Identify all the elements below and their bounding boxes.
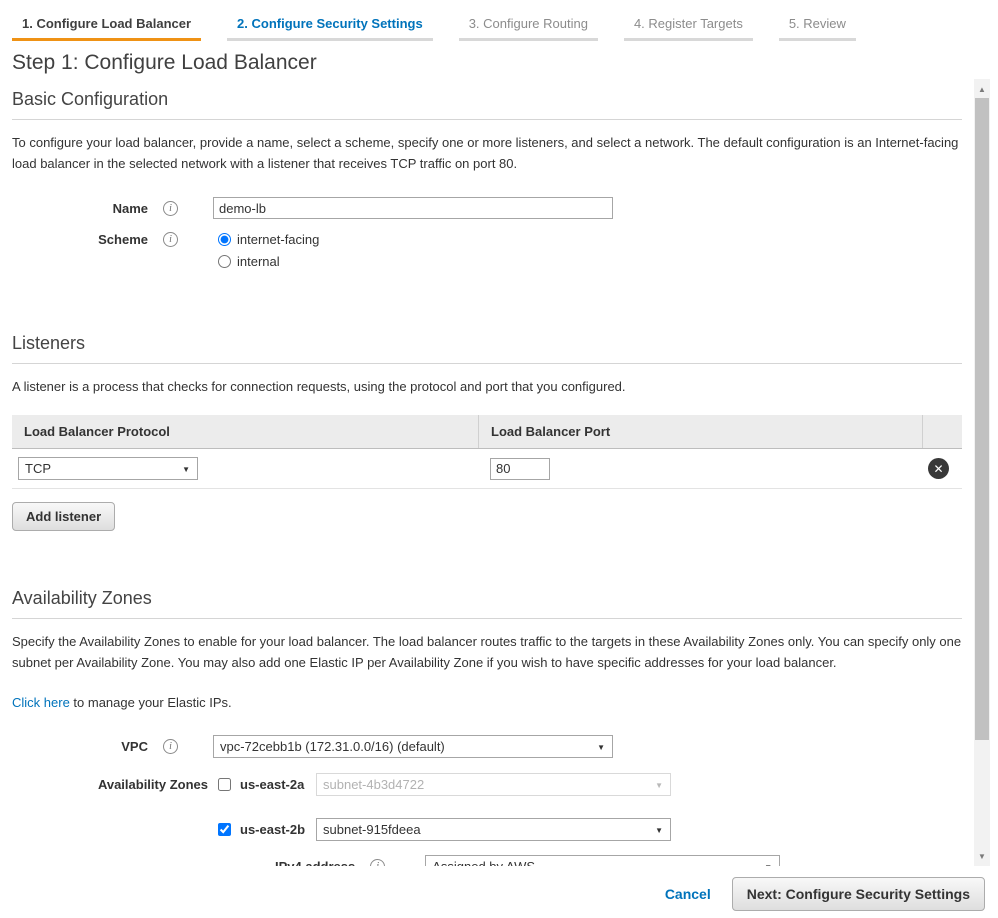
manage-elastic-ips-link[interactable]: Click here bbox=[12, 695, 70, 710]
scheme-radio-internet-facing[interactable] bbox=[218, 233, 231, 246]
protocol-select-value: TCP bbox=[25, 461, 51, 476]
availability-zones-heading: Availability Zones bbox=[12, 578, 962, 619]
vpc-select-value: vpc-72cebb1b (172.31.0.0/16) (default) bbox=[220, 739, 445, 754]
content-scroll-region: Basic Configuration To configure your lo… bbox=[0, 79, 998, 866]
tab-configure-routing: 3. Configure Routing bbox=[459, 12, 598, 41]
zone-checkbox-us-east-2a[interactable] bbox=[218, 778, 231, 791]
listeners-table-header: Load Balancer Protocol Load Balancer Por… bbox=[12, 415, 962, 449]
column-header-port: Load Balancer Port bbox=[478, 415, 922, 448]
next-configure-security-settings-button[interactable]: Next: Configure Security Settings bbox=[732, 877, 985, 911]
subnet-select-value: subnet-4b3d4722 bbox=[323, 777, 424, 792]
basic-configuration-description: To configure your load balancer, provide… bbox=[12, 132, 962, 174]
availability-zones-label: Availability Zones bbox=[12, 777, 208, 792]
scrollbar-thumb[interactable] bbox=[975, 98, 989, 740]
tab-review: 5. Review bbox=[779, 12, 856, 41]
scrollbar[interactable]: ▲ ▼ bbox=[974, 79, 990, 866]
chevron-down-icon: ▼ bbox=[655, 826, 663, 835]
ipv4-address-select[interactable]: Assigned by AWS ▼ bbox=[425, 855, 780, 866]
vpc-row: VPC i vpc-72cebb1b (172.31.0.0/16) (defa… bbox=[12, 735, 962, 758]
scheme-option-label: internet-facing bbox=[237, 232, 319, 247]
chevron-down-icon: ▼ bbox=[182, 465, 190, 474]
scheme-info-icon[interactable]: i bbox=[163, 232, 178, 247]
tab-configure-load-balancer[interactable]: 1. Configure Load Balancer bbox=[12, 12, 201, 41]
column-header-protocol: Load Balancer Protocol bbox=[12, 415, 478, 448]
tab-configure-security-settings[interactable]: 2. Configure Security Settings bbox=[227, 12, 433, 41]
tab-register-targets: 4. Register Targets bbox=[624, 12, 753, 41]
chevron-down-icon: ▼ bbox=[655, 781, 663, 790]
vpc-select[interactable]: vpc-72cebb1b (172.31.0.0/16) (default) ▼ bbox=[213, 735, 613, 758]
footer-actions: Cancel Next: Configure Security Settings bbox=[0, 866, 998, 918]
delete-listener-icon[interactable]: ✕ bbox=[928, 458, 949, 479]
scheme-option-label: internal bbox=[237, 254, 280, 269]
ipv4-address-row: IPv4 address i Assigned by AWS ▼ bbox=[275, 855, 962, 866]
basic-configuration-heading: Basic Configuration bbox=[12, 79, 962, 120]
name-row: Name i bbox=[12, 197, 962, 219]
ipv4-select-value: Assigned by AWS bbox=[432, 859, 535, 866]
subnet-select-value: subnet-915fdeea bbox=[323, 822, 421, 837]
chevron-down-icon: ▼ bbox=[597, 743, 605, 752]
scroll-down-icon[interactable]: ▼ bbox=[974, 848, 990, 864]
subnet-select-us-east-2b[interactable]: subnet-915fdeea ▼ bbox=[316, 818, 671, 841]
elastic-ip-line: Click here to manage your Elastic IPs. bbox=[12, 695, 962, 710]
vpc-label: VPC bbox=[12, 739, 148, 754]
add-listener-button[interactable]: Add listener bbox=[12, 502, 115, 531]
port-input[interactable] bbox=[490, 458, 550, 480]
availability-zones-description: Specify the Availability Zones to enable… bbox=[12, 631, 962, 673]
zone-name: us-east-2a bbox=[240, 777, 316, 792]
scheme-radio-internal[interactable] bbox=[218, 255, 231, 268]
listeners-description: A listener is a process that checks for … bbox=[12, 376, 962, 397]
cancel-button[interactable]: Cancel bbox=[665, 886, 711, 902]
scroll-up-icon[interactable]: ▲ bbox=[974, 81, 990, 97]
zone-name: us-east-2b bbox=[240, 822, 316, 837]
zone-row-us-east-2a: Availability Zones us-east-2a subnet-4b3… bbox=[12, 773, 962, 796]
zone-row-us-east-2b: us-east-2b subnet-915fdeea ▼ bbox=[12, 818, 962, 841]
subnet-select-us-east-2a: subnet-4b3d4722 ▼ bbox=[316, 773, 671, 796]
wizard-steps: 1. Configure Load Balancer 2. Configure … bbox=[0, 0, 998, 41]
name-label: Name bbox=[12, 201, 148, 216]
name-input[interactable] bbox=[213, 197, 613, 219]
column-header-actions bbox=[922, 415, 962, 448]
scheme-label: Scheme bbox=[12, 232, 148, 247]
page-title: Step 1: Configure Load Balancer bbox=[12, 51, 998, 75]
zone-checkbox-us-east-2b[interactable] bbox=[218, 823, 231, 836]
listener-row: TCP ▼ ✕ bbox=[12, 449, 962, 489]
name-info-icon[interactable]: i bbox=[163, 201, 178, 216]
listeners-table: Load Balancer Protocol Load Balancer Por… bbox=[12, 415, 962, 489]
protocol-select[interactable]: TCP ▼ bbox=[18, 457, 198, 480]
listeners-heading: Listeners bbox=[12, 323, 962, 364]
scheme-row: Scheme i internet-facing internal bbox=[12, 232, 962, 276]
elastic-ip-text: to manage your Elastic IPs. bbox=[70, 695, 232, 710]
ipv4-address-label: IPv4 address bbox=[275, 859, 355, 866]
ipv4-info-icon[interactable]: i bbox=[370, 859, 385, 866]
vpc-info-icon[interactable]: i bbox=[163, 739, 178, 754]
chevron-down-icon: ▼ bbox=[764, 863, 772, 866]
